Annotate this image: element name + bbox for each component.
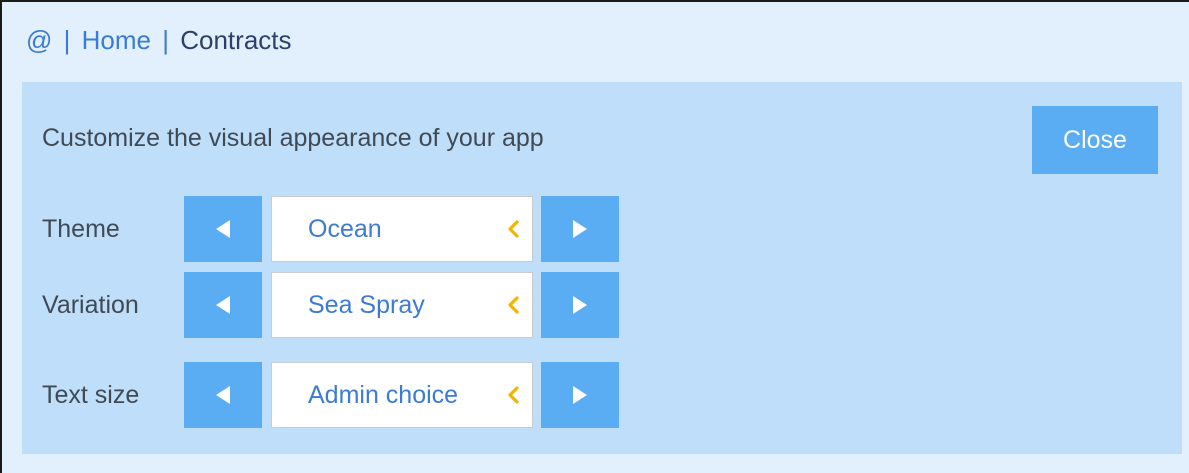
breadcrumb-home-link[interactable]: Home bbox=[82, 25, 151, 55]
triangle-left-icon bbox=[216, 386, 230, 404]
breadcrumb-separator: | bbox=[162, 25, 169, 55]
breadcrumb-separator: | bbox=[63, 25, 71, 55]
breadcrumb-root-link[interactable]: @ bbox=[26, 25, 52, 55]
triangle-right-icon bbox=[573, 220, 587, 238]
text-size-previous-button[interactable] bbox=[184, 362, 262, 428]
text-size-next-button[interactable] bbox=[541, 362, 619, 428]
breadcrumb: @ | Home | Contracts bbox=[26, 22, 296, 58]
variation-previous-button[interactable] bbox=[184, 272, 262, 338]
appearance-panel: Customize the visual appearance of your … bbox=[22, 82, 1182, 454]
theme-value: Ocean bbox=[308, 214, 382, 243]
close-button[interactable]: Close bbox=[1032, 106, 1158, 174]
triangle-left-icon bbox=[216, 220, 230, 238]
panel-title: Customize the visual appearance of your … bbox=[42, 124, 544, 152]
breadcrumb-current-page: Contracts bbox=[180, 25, 292, 55]
text-size-value: Admin choice bbox=[308, 380, 459, 409]
chevron-left-icon bbox=[508, 296, 519, 314]
variation-label: Variation bbox=[42, 290, 139, 319]
triangle-right-icon bbox=[573, 386, 587, 404]
variation-value-field[interactable]: Sea Spray bbox=[271, 272, 533, 338]
text-size-label: Text size bbox=[42, 380, 140, 409]
theme-label: Theme bbox=[42, 214, 120, 243]
theme-next-button[interactable] bbox=[541, 196, 619, 262]
chevron-left-icon bbox=[508, 386, 519, 404]
triangle-left-icon bbox=[216, 296, 230, 314]
theme-value-field[interactable]: Ocean bbox=[271, 196, 533, 262]
triangle-right-icon bbox=[573, 296, 587, 314]
variation-next-button[interactable] bbox=[541, 272, 619, 338]
variation-value: Sea Spray bbox=[308, 290, 425, 319]
theme-previous-button[interactable] bbox=[184, 196, 262, 262]
text-size-value-field[interactable]: Admin choice bbox=[271, 362, 533, 428]
chevron-left-icon bbox=[508, 220, 519, 238]
app-frame: @ | Home | Contracts Customize the visua… bbox=[0, 0, 1189, 473]
